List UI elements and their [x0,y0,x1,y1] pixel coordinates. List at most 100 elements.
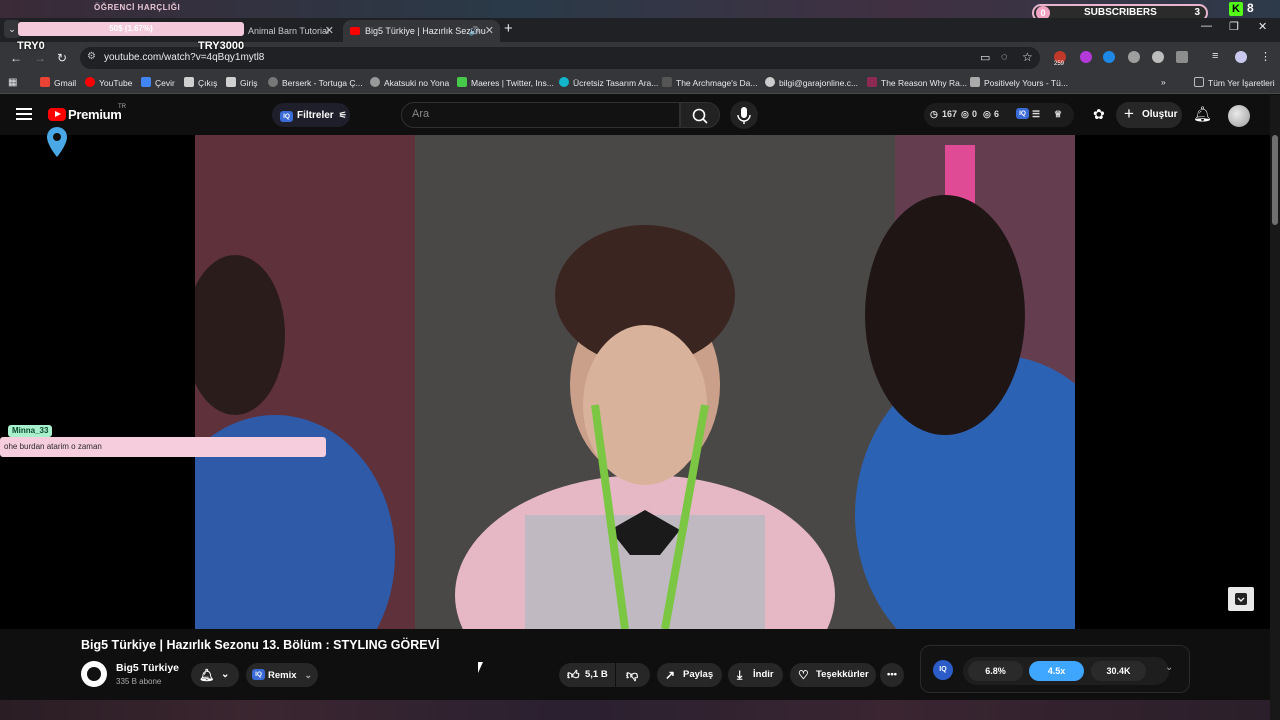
location-pin-icon [47,127,67,157]
stat-b: 6 [994,109,1000,119]
bell-icon: 🔔︎ [199,668,215,682]
eye-icon: ◎ [983,109,991,119]
bookmark-giris[interactable]: Giriş [226,77,257,88]
share-button[interactable]: ↗ Paylaş [657,663,722,687]
scrollbar-thumb[interactable] [1272,135,1278,225]
bookmark-tasarim[interactable]: Ücretsiz Tasarım Ara... [559,77,658,88]
bookmark-positively[interactable]: Positively Yours - Tü... [970,77,1068,88]
bookmark-akatsuki[interactable]: Akatsuki no Yona [370,77,449,88]
youtube-premium-label[interactable]: Premium [68,107,122,122]
tab-big5[interactable]: Big5 Türkiye | Hazırlık Sezonu 🔊 ✕ [343,20,500,42]
eye-off-icon[interactable]: ◌ [1001,51,1008,63]
menu-kebab-icon[interactable]: ⋮ [1260,50,1271,63]
kick-icon: K [1229,2,1243,16]
list-icon[interactable]: ☰ [1032,109,1040,120]
video-player[interactable] [0,127,1270,629]
canva-icon [559,77,569,87]
iq-metric-vph: 30.4K [1091,661,1146,681]
tab-title: Big5 Türkiye | Hazırlık Sezonu [365,26,486,36]
close-tab-icon[interactable]: ✕ [325,20,334,42]
audio-playing-icon[interactable]: 🔊 [469,20,480,42]
bookmark-archmage[interactable]: The Archmage's Da... [662,77,757,88]
iq-metric-multiplier: 4.5x [1029,661,1084,681]
bookmark-gmail[interactable]: Gmail [40,77,76,88]
apps-grid-icon[interactable]: ▦ [8,77,17,88]
bookmark-garajonline[interactable]: bilgi@garajonline.c... [765,77,858,88]
hamburger-menu-icon[interactable] [16,108,32,120]
overlay-left-stat: TRY0 [17,40,45,52]
url-text[interactable]: youtube.com/watch?v=4qBqy1mytl8 [104,52,264,63]
bookmark-reason[interactable]: The Reason Why Ra... [867,77,967,88]
avatar[interactable] [1228,105,1250,127]
download-overlay-button[interactable] [1228,587,1254,611]
youtube-header: Premium TR IQFiltreler⚟ ◷ 167 ◎ 0 ◎ 6 IQ… [0,95,1280,135]
bookmark-berserk[interactable]: Berserk - Tortuga Ç... [268,77,363,88]
bookmark-cevir[interactable]: Çevir [141,77,175,88]
channel-subscribers: 335 B abone [116,677,162,686]
extension-bulb-icon[interactable] [1128,51,1140,63]
video-frame[interactable] [195,135,1075,629]
thumbs-down-icon: 👎︎ [626,668,639,682]
dislike-button[interactable]: 👎︎ [616,663,650,687]
bookmark-youtube[interactable]: YouTube [85,77,132,88]
iq-icon: IQ [280,111,293,122]
puzzle-icon[interactable]: ✿ [1093,106,1105,123]
search-button[interactable] [680,102,720,128]
reading-list-icon[interactable]: ≡ [1212,50,1218,62]
cast-icon[interactable]: ▭ [980,51,990,64]
remix-button[interactable]: IQ Remix ⌄ [246,663,318,687]
forward-icon[interactable]: → [34,51,46,65]
search-input[interactable] [412,108,662,120]
extensions-puzzle-icon[interactable] [1176,51,1188,63]
notifications-bell-icon[interactable]: 🔔︎ [1193,105,1212,123]
close-window-icon[interactable]: ✕ [1258,20,1267,33]
download-button[interactable]: ⤓ İndir [728,663,783,687]
bookmark-maeres[interactable]: Maeres | Twitter, Ins... [457,77,554,88]
filters-button[interactable]: IQ Filtreler ⚟ [272,103,350,127]
new-tab-icon[interactable]: + [504,20,513,37]
expand-chevron-icon[interactable]: ⌄ [1165,662,1173,673]
stream-overlay-bottom [0,700,1270,720]
tab-animal-barn[interactable]: Animal Barn Tutorial ✕ [240,20,340,42]
extension-cloud-icon[interactable] [1152,51,1164,63]
voice-search-button[interactable] [730,101,758,129]
more-actions-button[interactable]: ••• [880,663,904,687]
subscribed-bell-button[interactable]: 🔔︎ ⌄ [191,663,239,687]
chat-message: ohe burdan atarim o zaman [0,437,326,457]
channel-name[interactable]: Big5 Türkiye [116,662,179,674]
thanks-button[interactable]: ♡ Teşekkürler [790,663,876,687]
site-icon [867,77,877,87]
tab-title: Animal Barn Tutorial [248,26,330,36]
create-button[interactable]: Oluştur [1116,101,1182,128]
minimize-icon[interactable]: — [1201,20,1212,32]
linktree-icon [457,77,467,87]
reload-icon[interactable]: ↻ [57,51,67,65]
back-icon[interactable]: ← [10,51,22,65]
profile-icon[interactable] [1235,51,1247,63]
iq-stats-bar: ◷ 167 ◎ 0 ◎ 6 IQ ☰ ♕ [924,103,1074,127]
bookmark-cikis[interactable]: Çıkış [184,77,217,88]
ribbon-icon[interactable]: ♕ [1054,109,1062,120]
maximize-icon[interactable]: ❐ [1229,20,1239,33]
channel-avatar[interactable] [81,661,107,687]
page-scrollbar[interactable] [1270,95,1280,720]
site-icon [370,77,380,87]
like-button[interactable]: 👍︎ 5,1 B [559,663,615,687]
extension-blue-icon[interactable] [1103,51,1115,63]
more-bookmarks-icon[interactable]: » [1161,77,1166,87]
overlay-caption: ÖĞRENCİ HARÇLIĞI [94,3,181,12]
super-thanks-icon: ♡ [798,668,809,682]
video-title: Big5 Türkiye | Hazırlık Sezonu 13. Bölüm… [81,638,440,652]
gmail-icon [40,77,50,87]
all-bookmarks[interactable]: Tüm Yer İşaretleri [1194,77,1275,88]
folder-icon [1194,77,1204,87]
bookmark-star-icon[interactable]: ☆ [1022,50,1033,64]
site-icon [268,77,278,87]
youtube-logo-icon[interactable] [48,108,66,121]
search-icon [692,108,708,124]
stat-views: 167 [942,109,958,119]
page-icon [226,77,236,87]
close-tab-icon[interactable]: ✕ [485,20,494,42]
site-info-icon[interactable]: ⚙ [87,51,96,62]
extension-purple-icon[interactable] [1080,51,1092,63]
